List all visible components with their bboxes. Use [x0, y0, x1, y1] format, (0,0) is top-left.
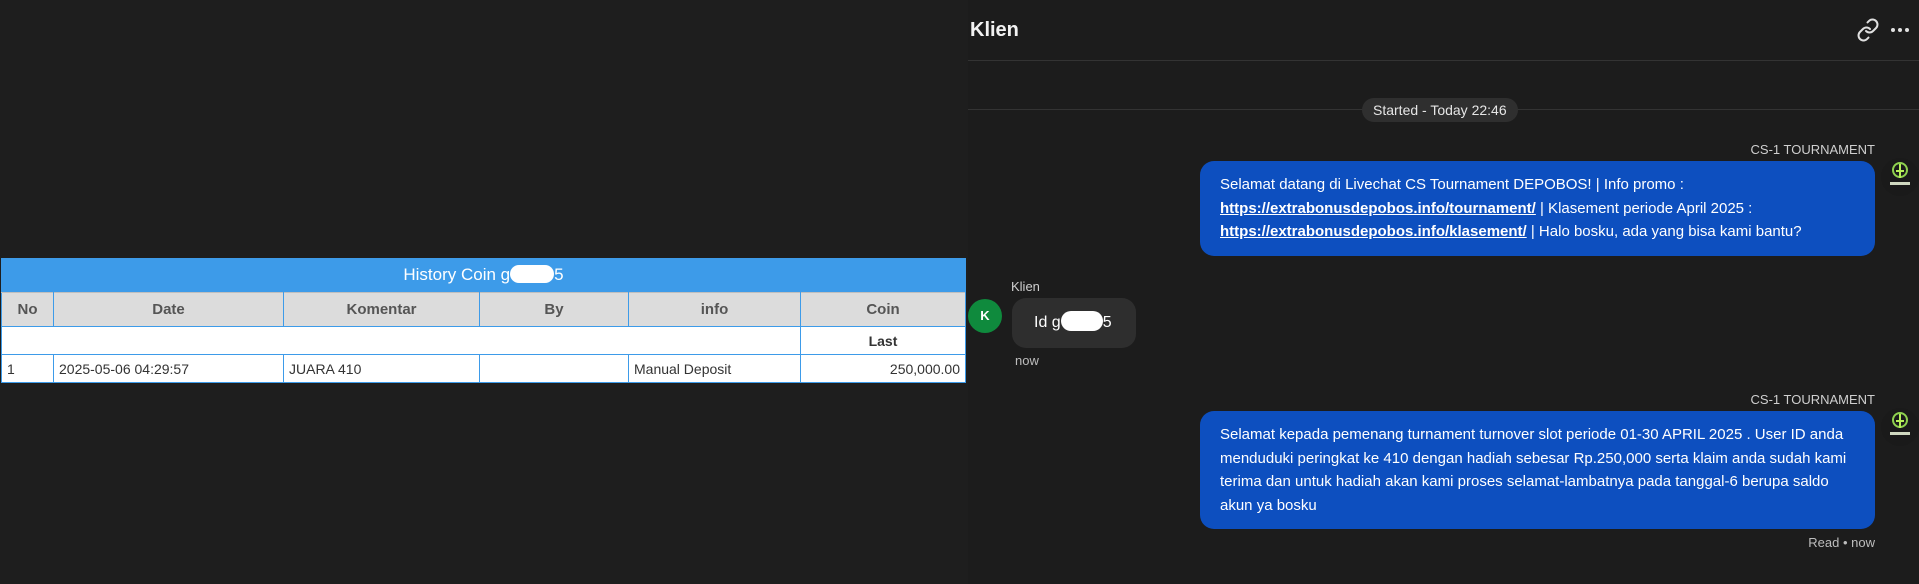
history-title-suffix: 5 [554, 265, 564, 284]
message-text: | Klasement periode April 2025 : [1535, 199, 1753, 217]
history-table: No Date Komentar By info Coin Last 1 202… [1, 292, 966, 383]
redaction-mark [510, 265, 555, 283]
col-header-coin: Coin [800, 292, 966, 327]
message-timestamp: now [1015, 353, 1039, 368]
history-coin-panel: History Coin g 5 No Date Komentar By info… [1, 258, 966, 383]
chat-pane: Klien Started - Today 22:46 CS-1 TOURNAM… [968, 0, 1919, 584]
agent-avatar [1881, 158, 1919, 196]
cell-info: Manual Deposit [628, 354, 801, 383]
table-row: 1 2025-05-06 04:29:57 JUARA 410 Manual D… [1, 354, 966, 383]
subheader-empty [1, 326, 801, 355]
table-header-row: No Date Komentar By info Coin [1, 292, 966, 327]
left-pane: History Coin g 5 No Date Komentar By info… [0, 0, 968, 584]
client-message-prefix: Id g [1034, 314, 1061, 331]
chat-header: Klien [968, 0, 1919, 61]
history-title: History Coin g 5 [1, 258, 966, 292]
agent-avatar [1881, 408, 1919, 446]
history-title-prefix: History Coin g [403, 265, 511, 284]
client-sender-label: Klien [1011, 279, 1040, 294]
agent-sender-label: CS-1 TOURNAMENT [1750, 142, 1875, 157]
col-header-komentar: Komentar [283, 292, 480, 327]
klasement-link[interactable]: https://extrabonusdepobos.info/klasement… [1220, 223, 1527, 240]
agent-message-bubble: Selamat datang di Livechat CS Tournament… [1200, 161, 1875, 256]
cell-coin: 250,000.00 [800, 354, 966, 383]
agent-sender-label: CS-1 TOURNAMENT [1750, 392, 1875, 407]
tournament-link[interactable]: https://extrabonusdepobos.info/tournamen… [1220, 200, 1536, 217]
message-text: Selamat datang di Livechat CS Tournament… [1220, 176, 1684, 193]
cell-by [479, 354, 629, 383]
depobos-logo-icon [1890, 162, 1910, 185]
client-message-suffix: 5 [1102, 314, 1112, 331]
client-avatar: K [968, 299, 1002, 333]
redaction-mark [1060, 311, 1103, 331]
message-text: Selamat kepada pemenang turnament turnov… [1220, 426, 1847, 514]
depobos-logo-icon [1890, 412, 1910, 435]
col-header-date: Date [53, 292, 284, 327]
link-icon[interactable] [1856, 18, 1880, 42]
cell-komentar: JUARA 410 [283, 354, 480, 383]
more-horizontal-icon[interactable] [1888, 18, 1912, 42]
cell-date: 2025-05-06 04:29:57 [53, 354, 284, 383]
read-status: Read • now [1808, 535, 1875, 550]
col-header-by: By [479, 292, 629, 327]
col-header-no: No [1, 292, 54, 327]
agent-message-bubble: Selamat kepada pemenang turnament turnov… [1200, 411, 1875, 529]
col-header-info: info [628, 292, 801, 327]
client-message-bubble: Id g 5 [1012, 298, 1136, 348]
subheader-last: Last [800, 326, 966, 355]
cell-no: 1 [1, 354, 54, 383]
chat-started-badge: Started - Today 22:46 [1362, 98, 1518, 122]
chat-title: Klien [970, 19, 1019, 41]
message-text: | Halo bosku, ada yang bisa kami bantu? [1526, 223, 1802, 240]
table-subheader-row: Last [1, 326, 966, 355]
